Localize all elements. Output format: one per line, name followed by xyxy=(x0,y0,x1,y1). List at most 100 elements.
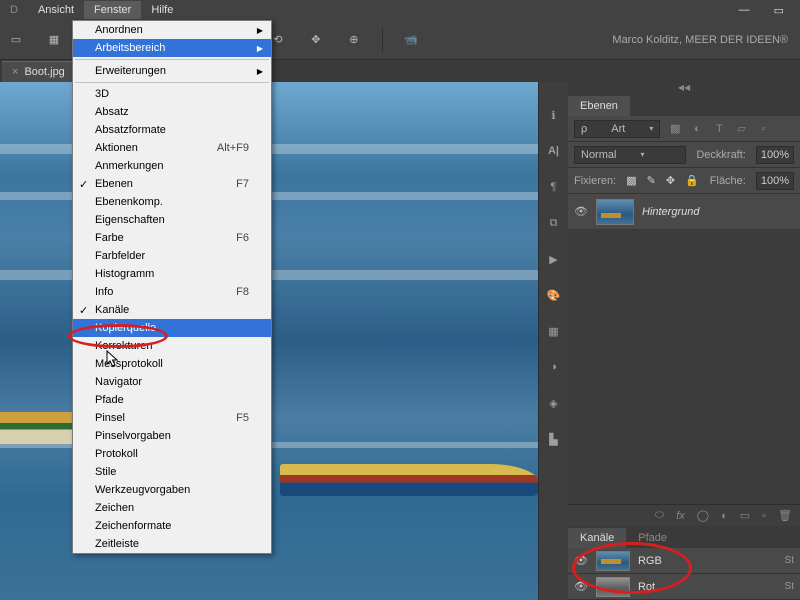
clone-source-icon[interactable]: ⧉ xyxy=(545,214,563,232)
layer-list: 👁 Hintergrund xyxy=(568,194,800,230)
menu-shortcut: Alt+F9 xyxy=(217,142,249,154)
layer-filter-select[interactable]: ρArt▾ xyxy=(574,120,660,138)
menu-shortcut: F8 xyxy=(236,286,249,298)
menu-item-korrekturen[interactable]: Korrekturen xyxy=(73,337,271,355)
menu-item-label: Korrekturen xyxy=(95,340,152,352)
tab-pfade[interactable]: Pfade xyxy=(626,528,679,548)
tab-kanaele[interactable]: Kanäle xyxy=(568,528,626,548)
lock-pixels-icon[interactable]: ▩ xyxy=(626,174,636,187)
actions-icon[interactable]: ▶ xyxy=(545,250,563,268)
menu-item-zeitleiste[interactable]: Zeitleiste xyxy=(73,535,271,553)
fenster-dropdown: AnordnenArbeitsbereichErweiterungen3DAbs… xyxy=(72,20,272,554)
swatches-icon[interactable]: 🎨 xyxy=(545,286,563,304)
menu-item-stile[interactable]: Stile xyxy=(73,463,271,481)
layer-filter-bar: ρArt▾ ▩ ◐ T ▱ ▫ xyxy=(568,116,800,142)
menu-item-info[interactable]: InfoF8 xyxy=(73,283,271,301)
link-layers-icon[interactable]: ⬭ xyxy=(655,509,664,522)
menu-item-kopierquelle[interactable]: Kopierquelle xyxy=(73,319,271,337)
menu-item-label: Aktionen xyxy=(95,142,138,154)
menu-item-aktionen[interactable]: Aktionen Alt+F9 xyxy=(73,139,271,157)
fx-icon[interactable]: fx xyxy=(676,510,685,522)
menu-item-erweiterungen[interactable]: Erweiterungen xyxy=(73,62,271,80)
menu-hilfe[interactable]: Hilfe xyxy=(141,1,183,19)
lock-move-icon[interactable]: ✥ xyxy=(666,174,675,187)
channel-shortcut: St xyxy=(785,581,794,592)
opacity-value[interactable]: 100% xyxy=(756,146,794,164)
info-icon[interactable]: ℹ xyxy=(545,106,563,124)
menu-separator xyxy=(75,59,269,60)
menu-item-zeichen[interactable]: Zeichen xyxy=(73,499,271,517)
new-group-icon[interactable]: ▭ xyxy=(740,509,750,522)
mask-icon[interactable]: ◯ xyxy=(697,509,709,522)
character-icon[interactable]: A| xyxy=(545,142,563,160)
menu-item-histogramm[interactable]: Histogramm xyxy=(73,265,271,283)
menu-item-eigenschaften[interactable]: Eigenschaften xyxy=(73,211,271,229)
collapse-panels-icon[interactable]: ◀◀ xyxy=(568,82,800,94)
menu-partial[interactable]: D xyxy=(10,1,28,19)
pan-icon[interactable]: ✥ xyxy=(306,30,326,50)
menu-item-farbe[interactable]: FarbeF6 xyxy=(73,229,271,247)
menu-item-farbfelder[interactable]: Farbfelder xyxy=(73,247,271,265)
channel-thumbnail[interactable] xyxy=(596,551,630,571)
channel-thumbnail[interactable] xyxy=(596,577,630,597)
navigator-icon[interactable]: ◈ xyxy=(545,394,563,412)
menu-item-zeichenformate[interactable]: Zeichenformate xyxy=(73,517,271,535)
visibility-eye-icon[interactable]: 👁 xyxy=(574,554,588,567)
menu-item-3d[interactable]: 3D xyxy=(73,85,271,103)
filter-type-icon[interactable]: T xyxy=(712,123,726,135)
new-layer-icon[interactable]: ▫ xyxy=(762,510,766,522)
filter-pixel-icon[interactable]: ▩ xyxy=(668,122,682,135)
zoom-icon[interactable]: ⊕ xyxy=(344,30,364,50)
paragraph-icon[interactable]: ¶ xyxy=(545,178,563,196)
menu-item-kan-le[interactable]: ✓Kanäle xyxy=(73,301,271,319)
menu-item-protokoll[interactable]: Protokoll xyxy=(73,445,271,463)
menu-item-pinselvorgaben[interactable]: Pinselvorgaben xyxy=(73,427,271,445)
menu-item-absatz[interactable]: Absatz xyxy=(73,103,271,121)
layer-thumbnail[interactable] xyxy=(596,199,634,225)
menu-item-anmerkungen[interactable]: Anmerkungen xyxy=(73,157,271,175)
menu-fenster[interactable]: Fenster xyxy=(84,1,141,19)
menu-item-navigator[interactable]: Navigator xyxy=(73,373,271,391)
new-fill-icon[interactable]: ◐ xyxy=(721,510,728,522)
blend-opacity-row: Normal▾ Deckkraft: 100% xyxy=(568,142,800,168)
menu-item-ebenenkomp-[interactable]: Ebenenkomp. xyxy=(73,193,271,211)
styles-icon[interactable]: ▦ xyxy=(545,322,563,340)
trash-icon[interactable]: 🗑 xyxy=(778,509,792,522)
document-tab[interactable]: × Boot.jpg xyxy=(2,61,75,82)
layer-row[interactable]: 👁 Hintergrund xyxy=(568,194,800,230)
visibility-eye-icon[interactable]: 👁 xyxy=(574,580,588,593)
menu-item-label: Histogramm xyxy=(95,268,154,280)
menu-item-label: Pinselvorgaben xyxy=(95,430,171,442)
window-minimize-icon[interactable]: — xyxy=(729,1,760,20)
window-restore-icon[interactable]: ▭ xyxy=(764,1,794,20)
tool-icon-b[interactable]: ▦ xyxy=(44,30,64,50)
menu-ansicht[interactable]: Ansicht xyxy=(28,1,84,19)
lock-all-icon[interactable]: 🔒 xyxy=(685,174,699,187)
tab-ebenen[interactable]: Ebenen xyxy=(568,96,630,116)
channel-row-rot[interactable]: 👁 Rot St xyxy=(568,574,800,600)
menu-item-pfade[interactable]: Pfade xyxy=(73,391,271,409)
channel-row-rgb[interactable]: 👁 RGB St xyxy=(568,548,800,574)
collapsed-panel-strip: ℹ A| ¶ ⧉ ▶ 🎨 ▦ ◑ ◈ ▙ xyxy=(538,82,568,600)
menu-item-ebenen[interactable]: ✓EbenenF7 xyxy=(73,175,271,193)
menu-item-werkzeugvorgaben[interactable]: Werkzeugvorgaben xyxy=(73,481,271,499)
visibility-eye-icon[interactable]: 👁 xyxy=(574,205,588,218)
menu-item-pinsel[interactable]: PinselF5 xyxy=(73,409,271,427)
histogram-icon[interactable]: ▙ xyxy=(545,430,563,448)
blend-mode-select[interactable]: Normal▾ xyxy=(574,146,686,164)
menu-item-label: Absatzformate xyxy=(95,124,166,136)
filter-shape-icon[interactable]: ▱ xyxy=(734,122,748,135)
lock-brush-icon[interactable]: ✎ xyxy=(647,174,656,187)
filter-adjust-icon[interactable]: ◐ xyxy=(690,123,704,135)
fill-label: Fläche: xyxy=(710,175,746,187)
adjustments-icon[interactable]: ◑ xyxy=(545,358,563,376)
tab-close-icon[interactable]: × xyxy=(12,66,18,78)
menu-item-arbeitsbereich[interactable]: Arbeitsbereich xyxy=(73,39,271,57)
menu-item-messprotokoll[interactable]: Messprotokoll xyxy=(73,355,271,373)
camera-icon[interactable]: 📹 xyxy=(401,30,421,50)
menu-item-absatzformate[interactable]: Absatzformate xyxy=(73,121,271,139)
fill-value[interactable]: 100% xyxy=(756,172,794,190)
filter-smart-icon[interactable]: ▫ xyxy=(756,123,770,135)
menu-item-anordnen[interactable]: Anordnen xyxy=(73,21,271,39)
tool-icon-a[interactable]: ▭ xyxy=(6,30,26,50)
